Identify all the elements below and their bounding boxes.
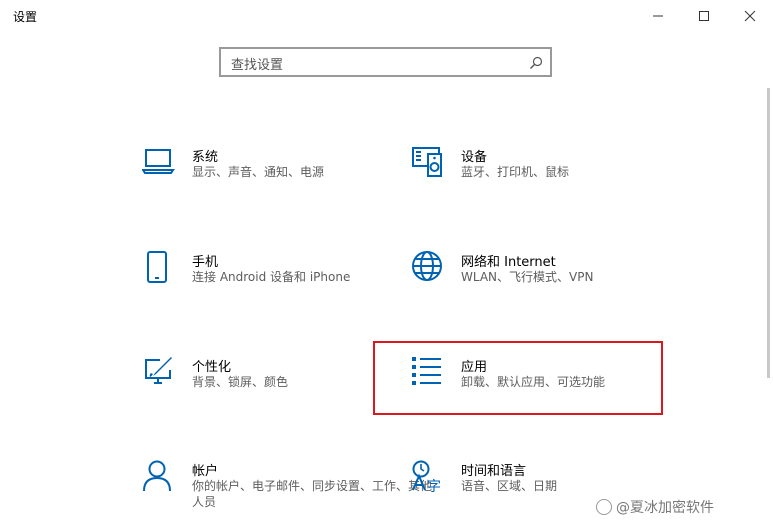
category-description: 连接 Android 设备和 iPhone (192, 270, 351, 284)
category-description: 语音、区域、日期 (461, 479, 558, 493)
minimize-icon (652, 10, 664, 22)
category-phone[interactable]: 手机 连接 Android 设备和 iPhone (142, 251, 432, 323)
scrollbar-thumb[interactable] (767, 88, 770, 378)
maximize-icon (698, 10, 710, 22)
category-system[interactable]: 系统 显示、声音、通知、电源 (141, 146, 432, 218)
personalization-icon (142, 356, 178, 396)
watermark-logo-icon (596, 499, 612, 515)
time-language-icon: 字 (411, 460, 447, 500)
svg-text:字: 字 (427, 479, 441, 494)
watermark-text: @夏冰加密软件 (616, 500, 714, 516)
devices-icon (411, 146, 447, 186)
globe-icon (411, 251, 447, 291)
window-title: 设置 (13, 10, 38, 24)
phone-icon (142, 251, 178, 291)
category-label: 系统 (192, 150, 219, 165)
category-network[interactable]: 网络和 Internet WLAN、飞行模式、VPN (411, 251, 701, 323)
search-box[interactable]: 查找设置 (219, 47, 552, 77)
minimize-button[interactable] (635, 0, 681, 32)
category-label: 手机 (192, 255, 219, 270)
category-label: 网络和 Internet (461, 255, 556, 270)
category-label: 个性化 (192, 360, 232, 375)
category-description: 显示、声音、通知、电源 (192, 165, 325, 179)
category-label: 时间和语言 (461, 464, 527, 479)
scrollbar[interactable] (767, 32, 771, 522)
highlight-box (373, 341, 663, 415)
maximize-button[interactable] (681, 0, 727, 32)
category-description: 你的帐户、电子邮件、同步设置、工作、其他人员 (192, 479, 433, 509)
close-icon (744, 10, 756, 22)
search-icon[interactable] (529, 55, 543, 74)
category-accounts[interactable]: 帐户 你的帐户、电子邮件、同步设置、工作、其他人员 (142, 460, 432, 532)
laptop-icon (141, 146, 178, 186)
person-icon (142, 460, 178, 500)
title-bar: 设置 (0, 0, 773, 32)
category-label: 帐户 (192, 464, 219, 479)
category-devices[interactable]: 设备 蓝牙、打印机、鼠标 (411, 146, 701, 218)
watermark: @夏冰加密软件 (596, 497, 714, 517)
category-description: WLAN、飞行模式、VPN (461, 270, 594, 284)
search-input[interactable]: 查找设置 (231, 54, 283, 73)
category-time-language[interactable]: 字 时间和语言 语音、区域、日期 (411, 460, 701, 532)
category-description: 蓝牙、打印机、鼠标 (461, 165, 570, 179)
category-label: 设备 (461, 150, 488, 165)
close-button[interactable] (727, 0, 773, 32)
